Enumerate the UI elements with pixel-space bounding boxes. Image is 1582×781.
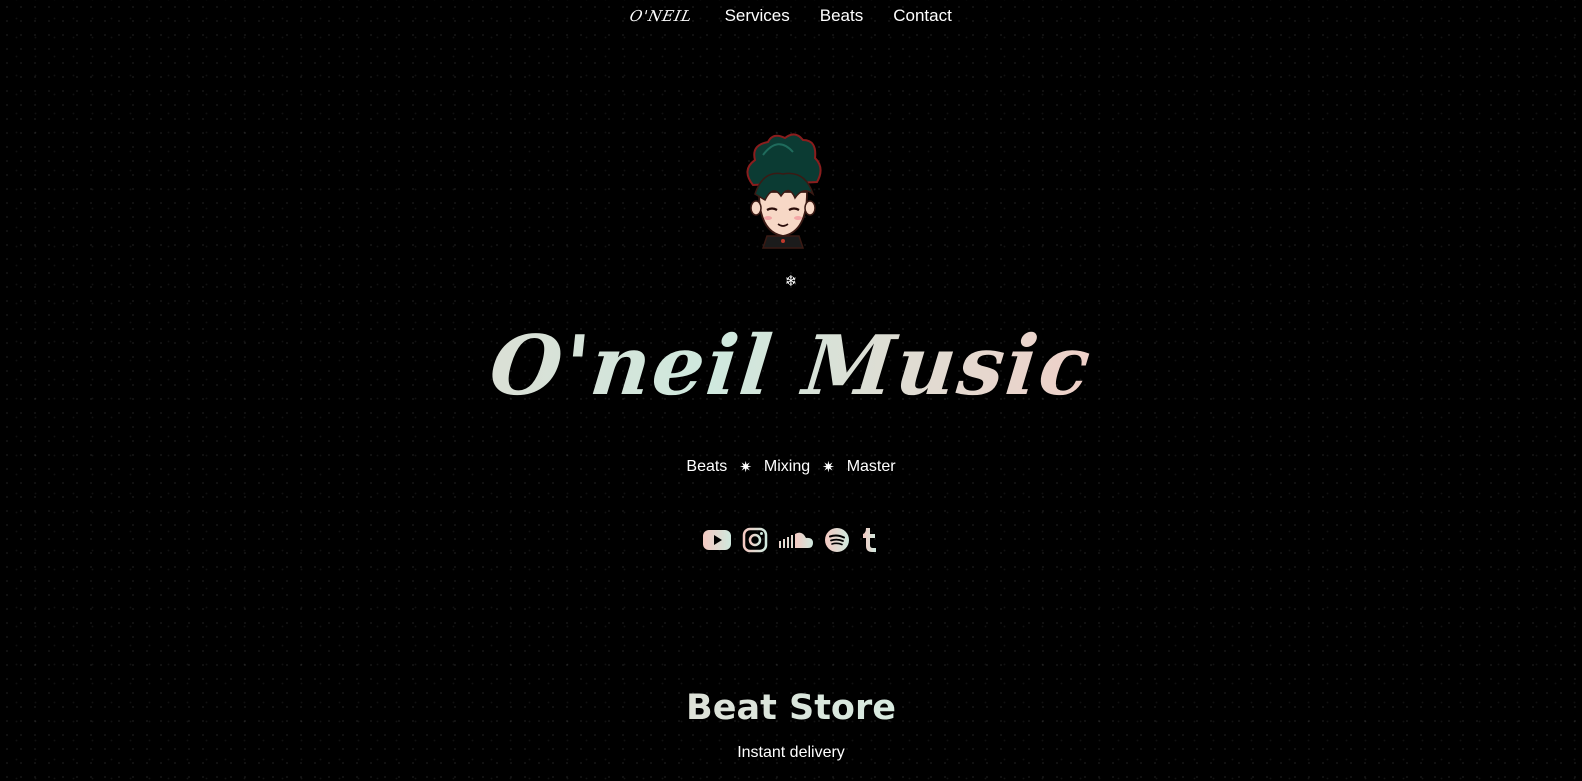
top-nav: O'NEIL Services Beats Contact <box>0 0 1582 32</box>
tumblr-icon[interactable] <box>860 527 880 553</box>
instagram-icon[interactable] <box>742 527 768 553</box>
nav-logo[interactable]: O'NEIL <box>628 7 694 25</box>
section-title-beat-store: Beat Store <box>0 688 1582 728</box>
section-subtitle: Instant delivery <box>737 744 845 761</box>
nav-link-services[interactable]: Services <box>725 6 790 26</box>
tagline-mixing: Mixing <box>763 458 811 475</box>
sparkle-icon: ✷ <box>739 459 752 476</box>
hero-title: O'neil Music <box>0 318 1582 414</box>
nav-link-beats[interactable]: Beats <box>820 6 863 26</box>
snowflake-icon: ❄ <box>784 273 798 290</box>
avatar-illustration <box>733 130 833 255</box>
social-links <box>0 527 1582 553</box>
youtube-icon[interactable] <box>702 528 732 552</box>
nav-link-contact[interactable]: Contact <box>893 6 952 26</box>
spotify-icon[interactable] <box>824 527 850 553</box>
hero-tagline: Beats ✷ Mixing ✷ Master <box>0 458 1582 476</box>
sparkle-icon: ✷ <box>822 459 835 476</box>
tagline-master: Master <box>846 458 896 475</box>
tagline-beats: Beats <box>686 458 728 475</box>
soundcloud-icon[interactable] <box>778 530 814 550</box>
